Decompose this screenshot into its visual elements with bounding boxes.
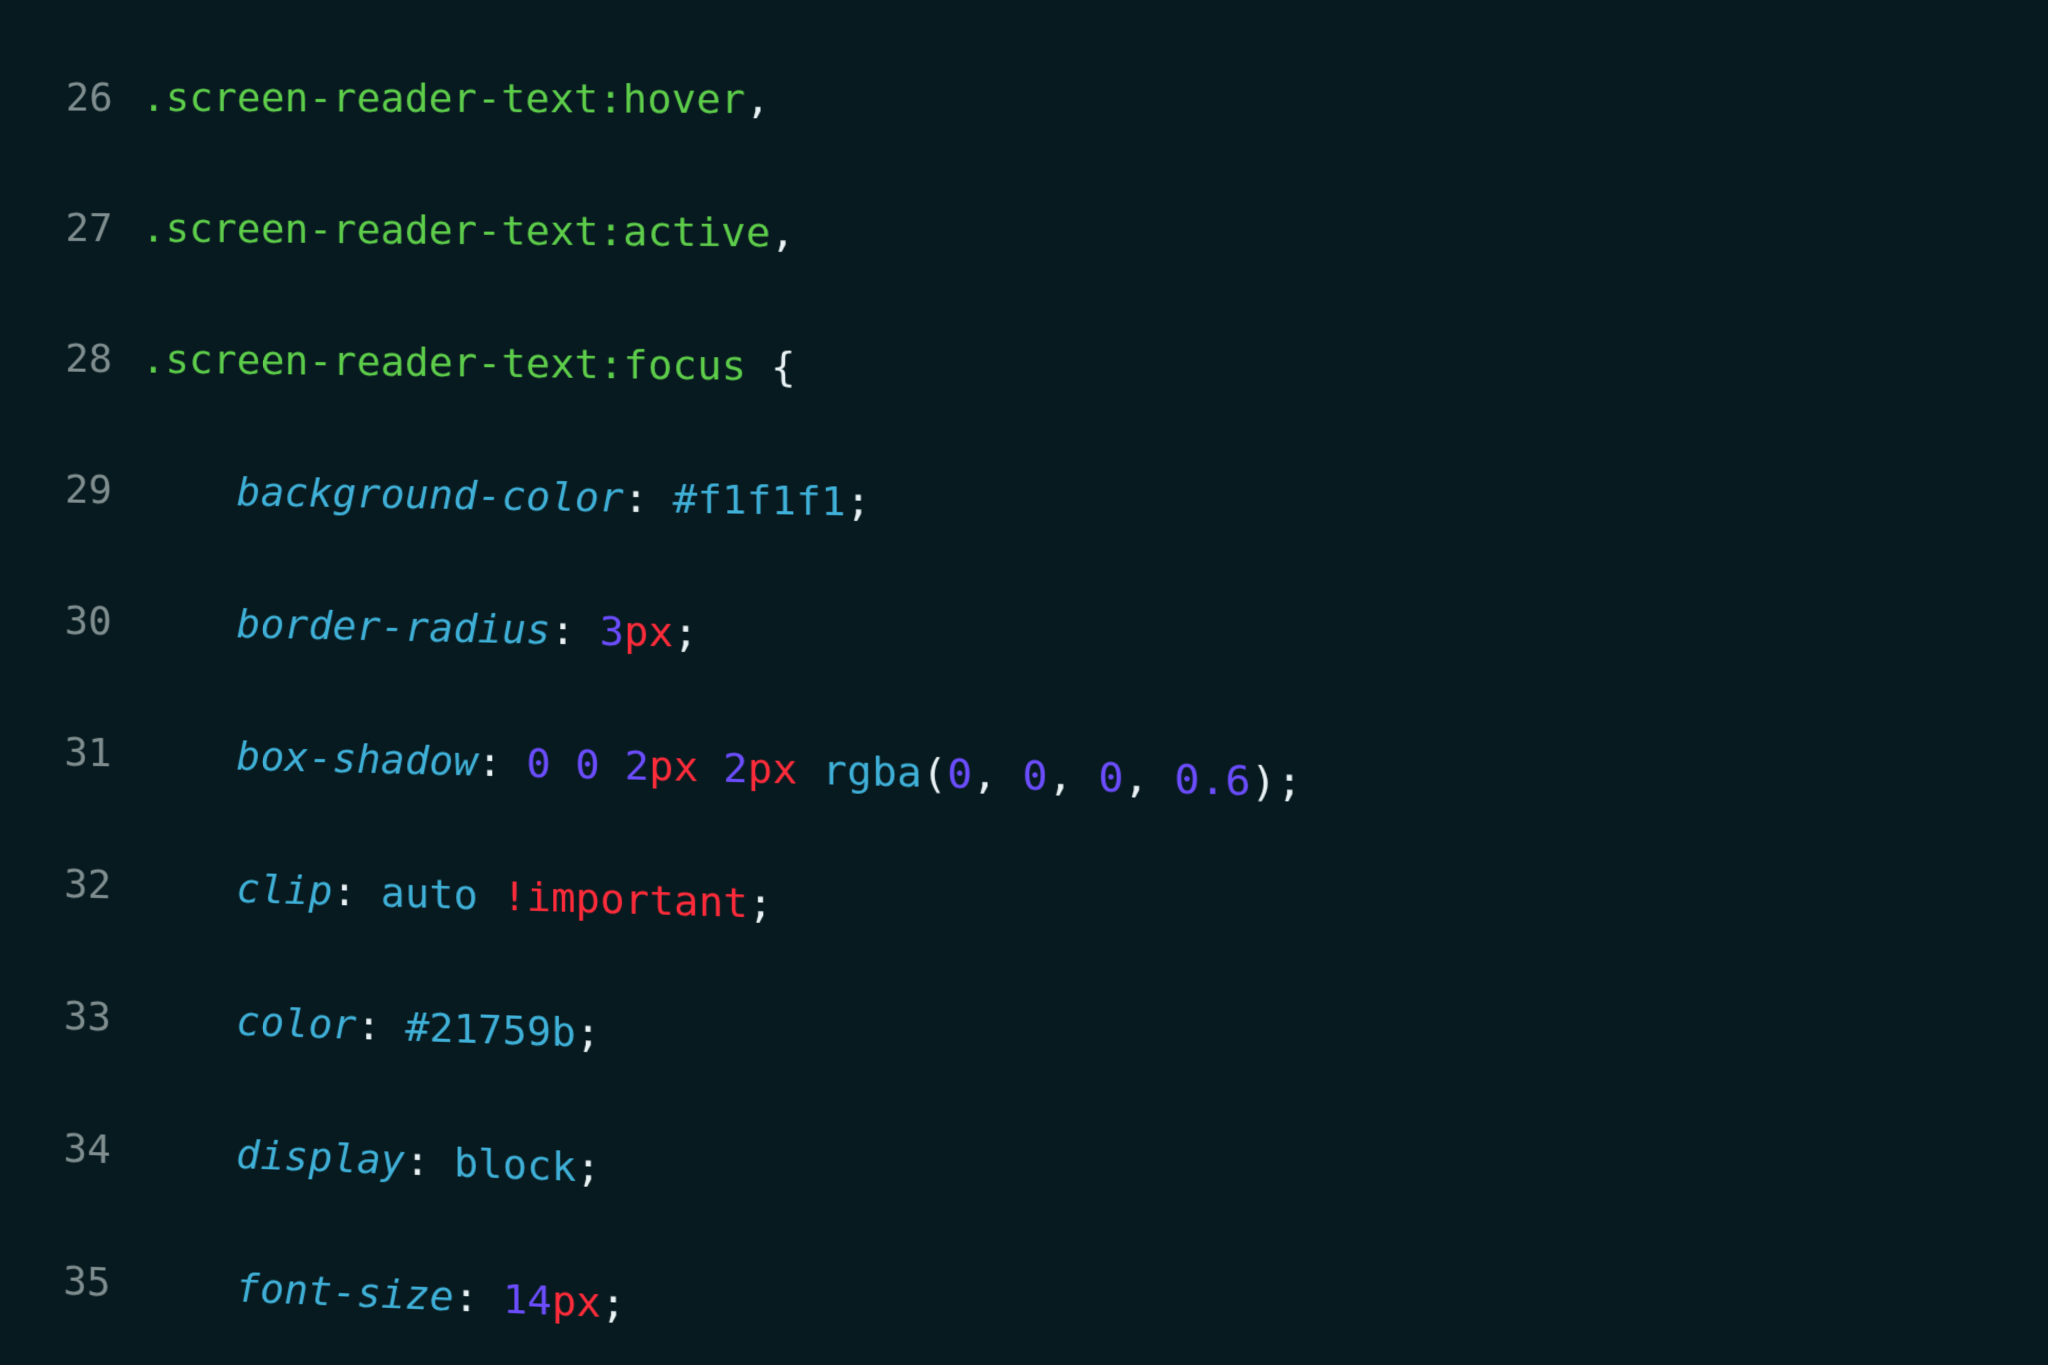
css-important: !important [502,873,748,927]
line-number: 35 [5,1245,111,1316]
css-unit: px [552,1277,601,1326]
css-func: rgba [822,747,922,797]
code-editor[interactable]: 26 27 28 29 30 31 32 33 34 35 36 37 38 3… [0,0,2048,1365]
code-content[interactable]: .screen-reader-text:hover, .screen-reade… [140,0,1308,1365]
paren-open: ( [922,749,947,797]
colon: : [357,1002,381,1049]
semicolon: ; [748,880,773,928]
css-property: clip [236,865,332,914]
code-line[interactable]: border-radius: 3px; [141,589,1301,680]
code-line[interactable]: color: #21759b; [140,985,1304,1091]
line-number: 33 [5,981,111,1051]
css-number: 0 [526,740,551,787]
colon: : [551,607,576,654]
semicolon: ; [601,1279,626,1327]
css-selector: .screen-reader-text [141,336,599,387]
css-number: 2 [723,744,748,792]
colon: : [624,475,649,522]
css-property: border-radius [236,601,550,654]
css-number: 3 [599,608,624,655]
css-property: box-shadow [236,733,477,785]
css-number: 0 [575,741,600,788]
line-number: 31 [6,718,112,786]
css-property: color [236,998,356,1049]
css-number: 0 [1022,752,1047,800]
css-number: 2 [624,742,649,789]
line-number: 32 [6,849,112,918]
code-line[interactable]: clip: auto !important; [141,853,1304,954]
css-selector: .screen-reader-text [142,205,599,254]
line-number: 27 [8,195,113,261]
colon: : [478,739,502,786]
line-number: 28 [7,325,112,392]
colon: : [405,1137,429,1185]
line-number: 34 [5,1113,111,1183]
css-unit: px [748,745,798,793]
css-number: 14 [503,1275,552,1324]
code-line[interactable]: .screen-reader-text:active, [142,196,1299,271]
line-number: 30 [6,587,112,655]
colon: : [454,1273,478,1321]
paren-close: ) [1251,757,1277,805]
code-line[interactable]: .screen-reader-text:hover, [142,65,1297,135]
semicolon: ; [673,609,698,656]
semicolon: ; [576,1144,601,1192]
colon: : [332,868,356,915]
css-property: display [236,1131,405,1184]
brace-open: { [746,343,796,390]
css-property: font-size [236,1264,454,1320]
code-line[interactable]: font-size: 14px; [140,1251,1307,1365]
css-number: 0 [947,750,972,798]
css-unit: px [624,608,673,656]
semicolon: ; [1276,758,1302,806]
css-number: 0.6 [1174,755,1251,805]
code-line[interactable]: .screen-reader-text:focus { [141,327,1299,407]
semicolon: ; [846,478,871,525]
css-pseudo: :active [599,208,771,256]
css-value: auto [381,869,478,918]
comma: , [745,76,770,123]
code-line[interactable]: box-shadow: 0 0 2px 2px rgba(0, 0, 0, 0.… [141,721,1303,817]
code-line[interactable]: display: block; [140,1118,1305,1230]
css-unit: px [649,743,698,791]
code-line[interactable]: background-color: #f1f1f1; [141,458,1300,544]
line-number: 26 [8,65,113,130]
comma: , [770,209,795,256]
css-selector: .screen-reader-text [142,75,599,122]
css-value: #21759b [405,1003,576,1055]
css-property: background-color [237,469,624,522]
line-number-gutter: 26 27 28 29 30 31 32 33 34 35 36 37 38 3… [4,0,142,1365]
css-pseudo: :focus [599,341,746,389]
line-number: 29 [7,456,112,523]
css-number: 0 [1098,753,1124,801]
semicolon: ; [576,1009,601,1057]
css-value: block [454,1139,576,1191]
css-pseudo: :hover [598,76,745,123]
css-value: #f1f1f1 [673,475,846,525]
